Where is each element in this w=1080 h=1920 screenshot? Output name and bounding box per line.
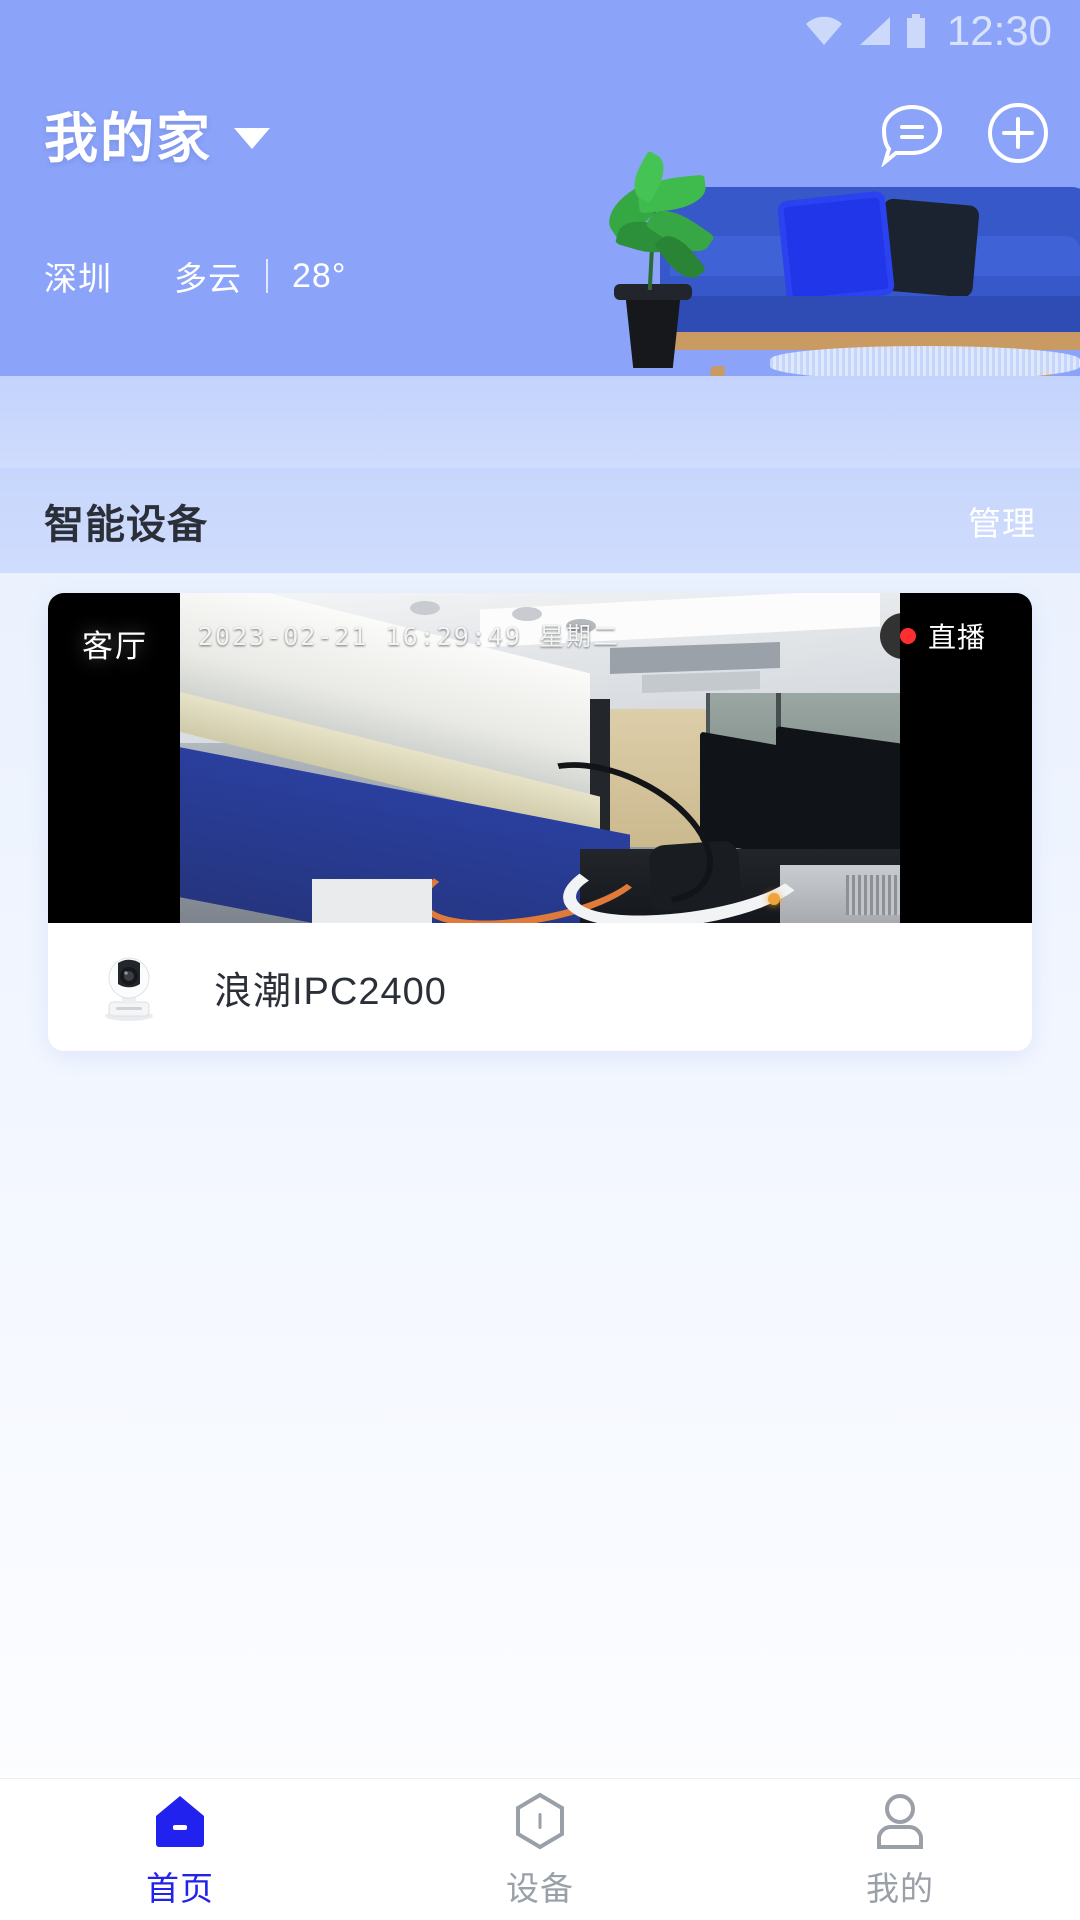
home-icon (149, 1790, 211, 1852)
weather-condition: 多云 (174, 260, 242, 297)
person-icon (869, 1790, 931, 1852)
rug-decor (770, 346, 1080, 380)
camera-preview[interactable]: 客厅 2023-02-21 16:29:49 星期二 直播 (48, 593, 1032, 923)
smart-devices-section-header: 智能设备 管理 (0, 468, 1080, 573)
feed-indicator-led-decor (768, 893, 780, 905)
device-card[interactable]: 客厅 2023-02-21 16:29:49 星期二 直播 浪潮IPC2400 (48, 593, 1032, 1051)
live-dot-icon (899, 628, 916, 644)
tab-home-label: 首页 (146, 1869, 214, 1907)
battery-icon (905, 14, 927, 48)
live-status-badge[interactable]: 直播 (879, 613, 1006, 659)
status-bar: 12:30 (0, 0, 1080, 62)
home-illustration (599, 136, 1080, 420)
plus-circle-icon[interactable] (984, 99, 1052, 167)
hero-header: 12:30 我的家 深圳 多云 28° (0, 0, 1080, 468)
plant-pot-rim-decor (614, 284, 692, 300)
camera-timestamp: 2023-02-21 16:29:49 星期二 (198, 622, 621, 651)
weather-divider (266, 259, 268, 293)
weather-row[interactable]: 深圳 多云 28° (44, 252, 346, 300)
tab-home[interactable]: 首页 (0, 1790, 360, 1910)
feed-monitor-decor (776, 726, 900, 860)
header-title-row: 我的家 (44, 94, 1052, 172)
manage-button[interactable]: 管理 (968, 497, 1036, 545)
status-clock: 12:30 (946, 7, 1052, 54)
app-screen: 12:30 我的家 深圳 多云 28° 智能设备 管理 客厅 2023-02-2… (0, 0, 1080, 1920)
weather-temperature: 28° (292, 256, 347, 295)
feed-ceiling-light-decor (410, 601, 440, 615)
camera-room-label: 客厅 (82, 629, 148, 664)
plant-pot-decor (625, 294, 681, 368)
chevron-down-icon[interactable] (234, 127, 270, 149)
wifi-icon (805, 16, 843, 46)
floor-band-decor (0, 376, 1080, 468)
feed-pc-vents-decor (846, 875, 900, 915)
device-card-footer[interactable]: 浪潮IPC2400 (48, 923, 1032, 1051)
tab-devices-label: 设备 (506, 1869, 574, 1907)
device-name-label: 浪潮IPC2400 (214, 970, 447, 1013)
header-actions (878, 99, 1052, 168)
message-bubble-icon[interactable] (878, 99, 946, 168)
blue-cushion-decor (776, 190, 896, 306)
feed-white-desk-decor (312, 879, 432, 923)
home-name-label[interactable]: 我的家 (44, 94, 212, 173)
section-title: 智能设备 (44, 502, 208, 547)
tab-profile-label: 我的 (866, 1869, 934, 1907)
weather-city: 深圳 (44, 260, 112, 297)
signal-icon (857, 16, 891, 46)
bottom-tab-bar: 首页 设备 我的 (0, 1778, 1080, 1920)
live-badge-label: 直播 (927, 622, 986, 653)
tab-profile[interactable]: 我的 (720, 1790, 1080, 1910)
tab-devices[interactable]: 设备 (360, 1790, 720, 1910)
ip-camera-icon (92, 950, 166, 1024)
device-hex-icon (509, 1790, 571, 1852)
